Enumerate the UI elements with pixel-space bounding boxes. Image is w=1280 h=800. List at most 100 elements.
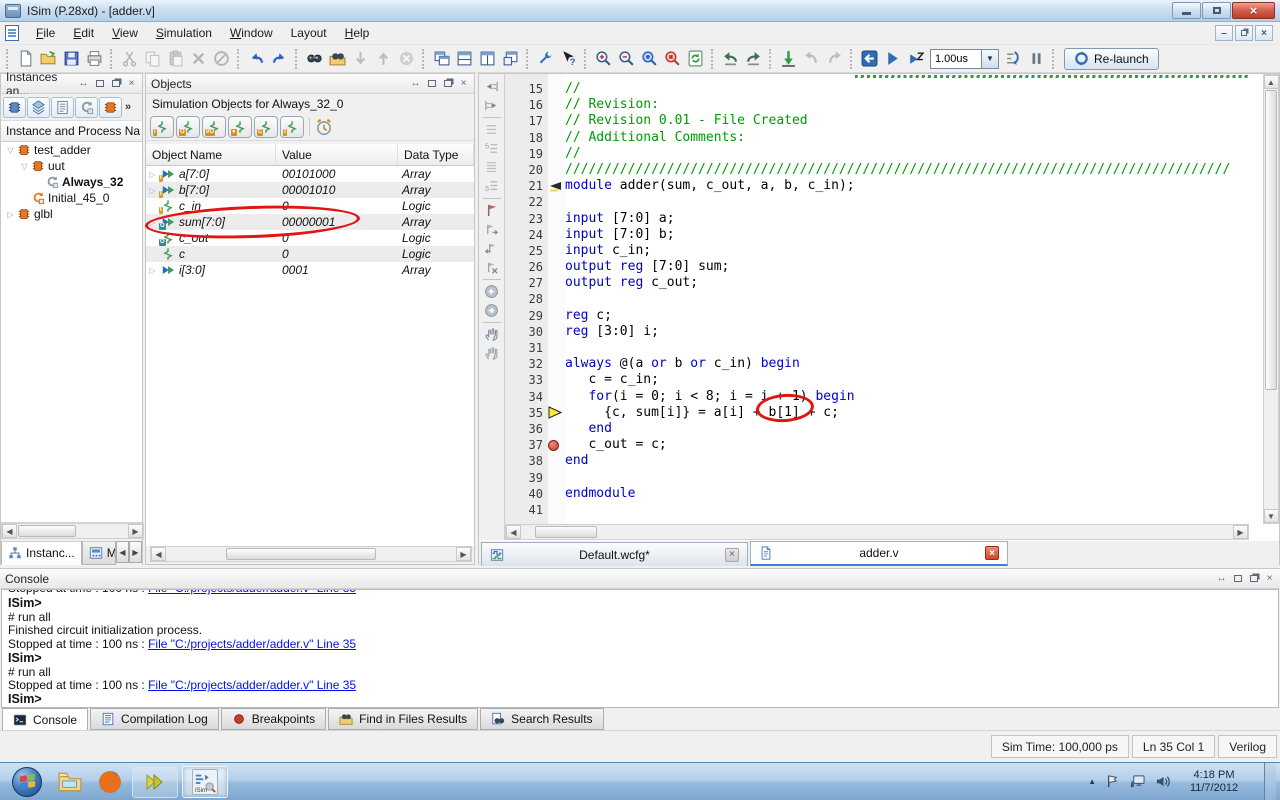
next-marker-button[interactable] <box>823 47 846 70</box>
code-line-16[interactable]: 16// Revision: <box>505 97 1249 113</box>
code-line-17[interactable]: 17// Revision 0.01 - File Created <box>505 113 1249 129</box>
undock-icon[interactable]: ↔ <box>78 78 89 89</box>
code-line-21[interactable]: 21module adder(sum, c_out, a, b, c_in); <box>505 178 1249 194</box>
tree-item-test_adder[interactable]: ▽test_adder <box>1 142 142 158</box>
editor-vscrollbar[interactable]: ▲ ▼ <box>1263 74 1279 524</box>
tile-vertically-button[interactable] <box>476 47 499 70</box>
select-hand-button[interactable] <box>482 344 502 363</box>
toggle-marker-button[interactable] <box>777 47 800 70</box>
break-pause-button[interactable] <box>1025 47 1048 70</box>
ruler-5a-button[interactable]: 5 <box>482 139 502 158</box>
cut-button[interactable] <box>118 47 141 70</box>
cascade-windows-button[interactable] <box>430 47 453 70</box>
filter-input-button[interactable]: I <box>150 116 174 138</box>
tree-item-uut[interactable]: ▽uut <box>1 158 142 174</box>
navigate-back-button[interactable] <box>719 47 742 70</box>
close-icon[interactable]: × <box>1264 573 1275 584</box>
scroll-right-icon[interactable]: ▶ <box>128 524 143 538</box>
object-row-c_out[interactable]: Oc_out0Logic <box>146 230 474 246</box>
expander-icon[interactable]: ▷ <box>146 170 159 179</box>
editor-tab-defaultwcfg[interactable]: Default.wcfg*× <box>481 542 748 566</box>
bookmark-toggle-button[interactable] <box>482 201 502 220</box>
show-desktop-button[interactable] <box>1264 763 1276 800</box>
margin-left-button[interactable] <box>482 77 502 96</box>
code-line-32[interactable]: 32always @(a or b or c_in) begin <box>505 356 1249 372</box>
expander-icon[interactable]: ▽ <box>4 146 17 155</box>
close-tab-icon[interactable]: × <box>725 548 739 562</box>
margin-right-button[interactable] <box>482 96 502 115</box>
tile-horizontally-button[interactable] <box>453 47 476 70</box>
restart-button[interactable] <box>858 47 881 70</box>
code-line-38[interactable]: 38end <box>505 453 1249 469</box>
scroll-thumb[interactable] <box>226 548 376 560</box>
console-tab-search-results[interactable]: Search Results <box>480 708 603 730</box>
scroll-thumb[interactable] <box>1265 90 1277 390</box>
console-tab-console[interactable]: Console <box>2 708 88 732</box>
code-line-30[interactable]: 30reg [3:0] i; <box>505 324 1249 340</box>
firefox-taskbar-icon[interactable] <box>90 765 130 799</box>
scroll-left-icon[interactable]: ◀ <box>2 524 17 538</box>
filter-variable-button[interactable]: t <box>280 116 304 138</box>
relaunch-button[interactable]: Re-launch <box>1064 48 1159 70</box>
find-in-files-button[interactable] <box>326 47 349 70</box>
ruler-2-button[interactable] <box>482 158 502 177</box>
minimize-button[interactable] <box>1172 2 1201 19</box>
expander-icon[interactable]: ▷ <box>146 218 159 227</box>
editor-hscrollbar[interactable]: ◀ ▶ <box>505 524 1249 540</box>
undo-button[interactable] <box>245 47 268 70</box>
expander-icon[interactable]: ▷ <box>4 210 17 219</box>
code-line-33[interactable]: 33 c = c_in; <box>505 372 1249 388</box>
copy-button[interactable] <box>141 47 164 70</box>
maximize-icon[interactable] <box>1232 573 1243 584</box>
maximize-icon[interactable] <box>94 78 105 89</box>
scroll-down-icon[interactable]: ▼ <box>1264 509 1279 523</box>
step-button[interactable] <box>1002 47 1025 70</box>
menu-window[interactable]: Window <box>221 23 282 43</box>
paste-button[interactable] <box>164 47 187 70</box>
expander-icon[interactable]: ▷ <box>146 266 159 275</box>
nav-back-circle-button[interactable] <box>482 282 502 301</box>
console-tab-breakpoints[interactable]: Breakpoints <box>221 708 326 730</box>
code-line-25[interactable]: 25input c_in; <box>505 243 1249 259</box>
show-design-units-button[interactable] <box>27 97 50 118</box>
instances-hscrollbar[interactable]: ◀ ▶ <box>1 523 144 539</box>
filter-internal-button[interactable]: ● <box>228 116 252 138</box>
close-icon[interactable]: × <box>126 78 137 89</box>
console-file-link[interactable]: File "C:/projects/adder/adder.v" Line 35 <box>148 678 356 692</box>
pan-hand-button[interactable] <box>482 325 502 344</box>
scroll-right-icon[interactable]: ▶ <box>456 547 471 561</box>
whats-this-help-button[interactable]: ? <box>557 47 580 70</box>
tab-scroll-right-icon[interactable]: ▶ <box>129 541 142 563</box>
code-line-39[interactable]: 39 <box>505 470 1249 486</box>
run-for-time-button[interactable] <box>904 47 927 70</box>
new-file-button[interactable] <box>14 47 37 70</box>
object-row-c_in[interactable]: Ic_in0Logic <box>146 198 474 214</box>
undock-icon[interactable]: ↔ <box>1216 573 1227 584</box>
show-source-files-button[interactable] <box>51 97 74 118</box>
code-line-23[interactable]: 23input [7:0] a; <box>505 211 1249 227</box>
code-line-18[interactable]: 18// Additional Comments: <box>505 130 1249 146</box>
delete-button[interactable] <box>187 47 210 70</box>
code-line-40[interactable]: 40endmodule <box>505 486 1249 502</box>
menu-view[interactable]: View <box>103 23 147 43</box>
alarm-clock-icon[interactable] <box>315 118 333 136</box>
show-processes-button[interactable] <box>75 97 98 118</box>
start-button[interactable] <box>12 767 42 797</box>
filter-constant-button[interactable]: C <box>254 116 278 138</box>
chevron-down-icon[interactable]: ▼ <box>982 49 999 69</box>
run-all-button[interactable] <box>881 47 904 70</box>
save-button[interactable] <box>60 47 83 70</box>
zoom-out-button[interactable] <box>615 47 638 70</box>
console-file-link[interactable]: File "C:/projects/adder/adder.v" Line 35 <box>148 590 356 595</box>
mdi-minimize-button[interactable]: – <box>1215 25 1233 41</box>
code-line-37[interactable]: 37 c_out = c; <box>505 437 1249 453</box>
code-line-29[interactable]: 29reg c; <box>505 308 1249 324</box>
code-line-34[interactable]: 34 for(i = 0; i < 8; i = i + 1) begin <box>505 389 1249 405</box>
prev-marker-button[interactable] <box>800 47 823 70</box>
object-row-a70[interactable]: ▷Ia[7:0]00101000Array <box>146 166 474 182</box>
object-row-i30[interactable]: ▷i[3:0]0001Array <box>146 262 474 278</box>
tree-item-glbl[interactable]: ▷glbl <box>1 206 142 222</box>
expander-icon[interactable]: ▽ <box>18 162 31 171</box>
scroll-right-icon[interactable]: ▶ <box>1233 525 1248 539</box>
mdi-restore-button[interactable] <box>1235 25 1253 41</box>
